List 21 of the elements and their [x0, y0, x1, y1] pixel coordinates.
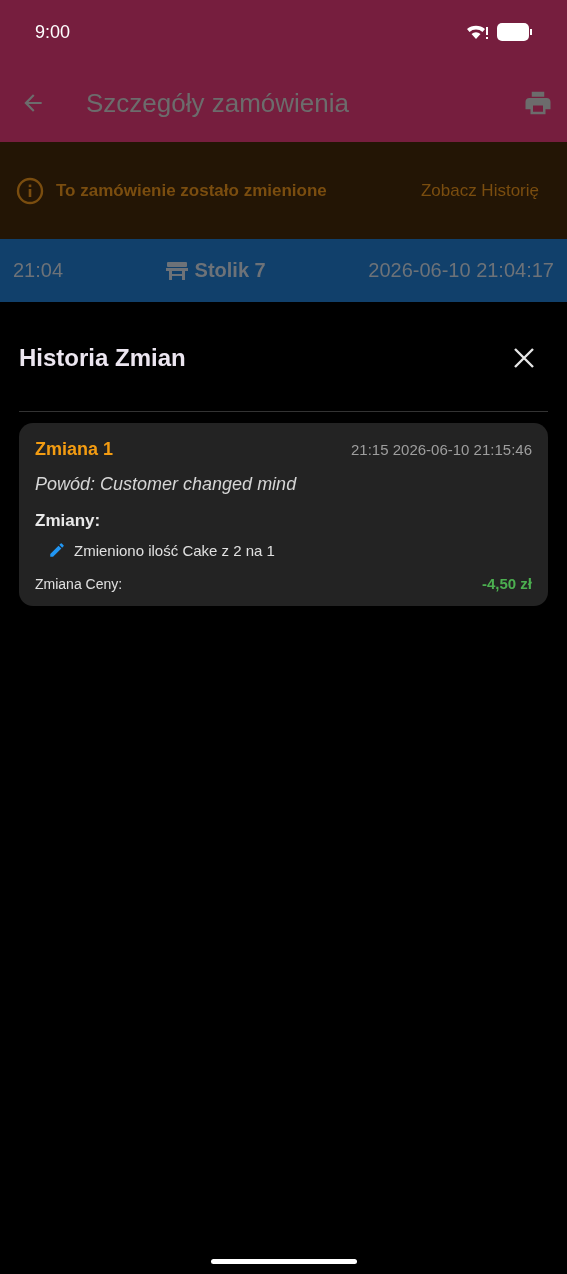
battery-icon	[497, 23, 533, 41]
table-number: Stolik 7	[194, 259, 266, 282]
status-time: 9:00	[35, 21, 71, 43]
table-icon	[165, 261, 188, 280]
changes-label: Zmiany:	[35, 511, 102, 531]
price-change-label: Zmiana Ceny:	[35, 575, 123, 592]
price-change-value: -4,50 zł	[481, 575, 532, 592]
wifi-icon	[467, 24, 489, 40]
changed-notice: To zamówienie zostało zmienione	[56, 180, 328, 201]
order-datetime: 2026-06-10 21:04:17	[368, 259, 554, 282]
change-timestamp: 21:15 2026-06-10 21:15:46	[351, 441, 532, 458]
pencil-icon	[48, 541, 66, 559]
change-reason: Powód: Customer changed mind	[35, 474, 298, 495]
change-description: Zmieniono ilość Cake z 2 na 1	[74, 541, 275, 559]
history-link[interactable]: Zobacz Historię	[420, 180, 539, 201]
sheet-title: Historia Zmian	[19, 343, 186, 372]
screen-title: Szczegóły zamówienia	[86, 87, 350, 119]
order-time: 21:04	[13, 259, 64, 282]
change-title: Zmiana 1	[35, 439, 114, 460]
close-button[interactable]	[512, 345, 536, 370]
info-icon	[16, 176, 44, 205]
